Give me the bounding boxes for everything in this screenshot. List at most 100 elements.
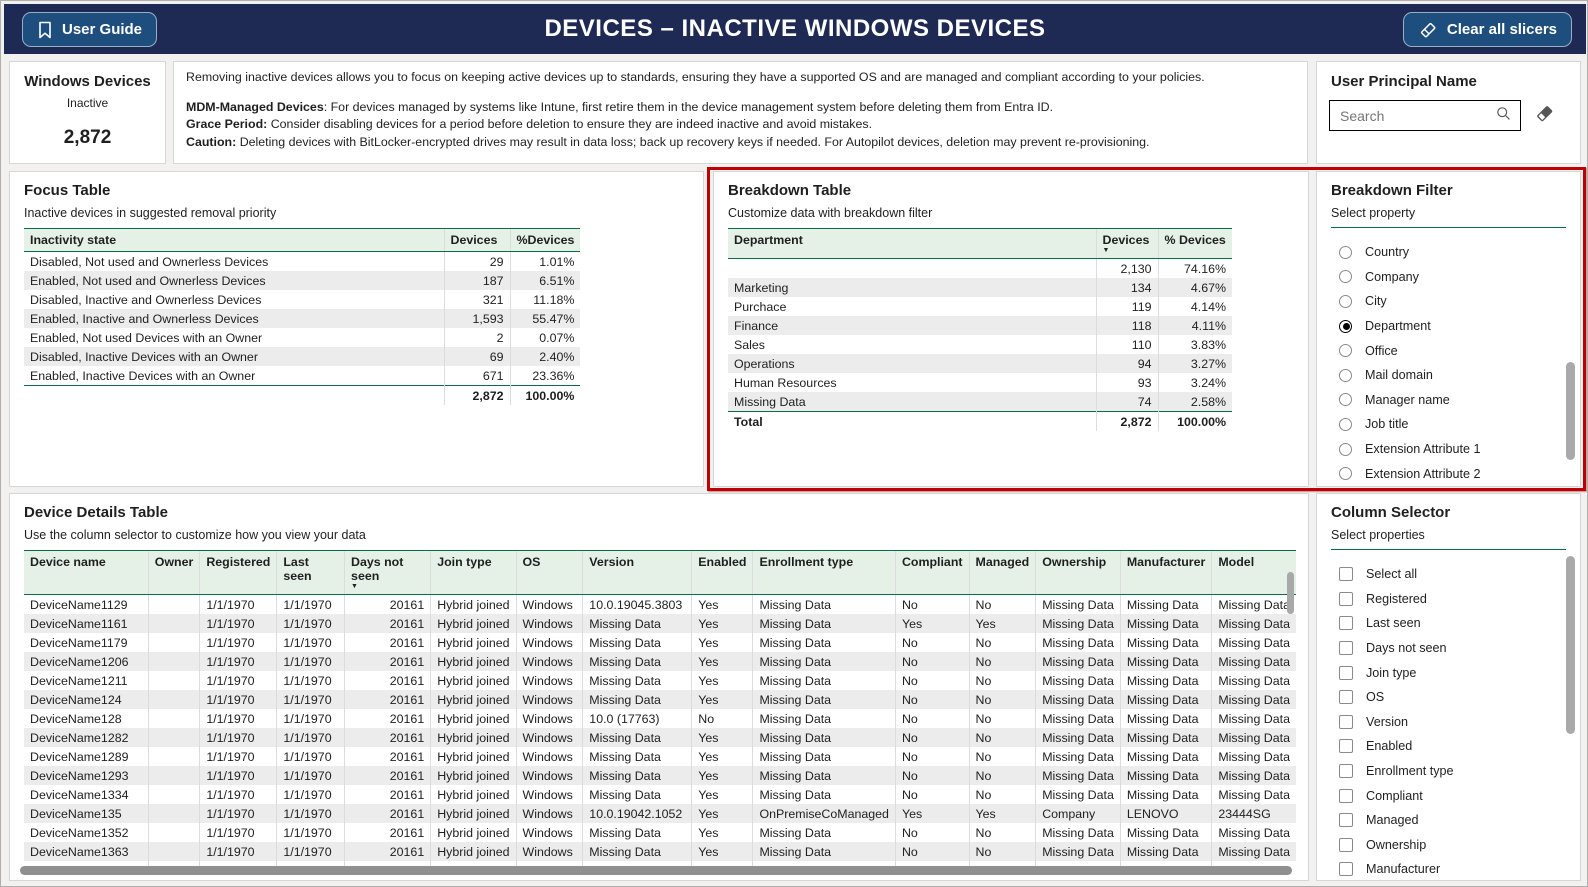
table-row[interactable]: Total2,872100.00% — [728, 412, 1232, 432]
radio-option-manager-name[interactable]: Manager name — [1339, 388, 1568, 413]
checkbox-icon[interactable] — [1339, 838, 1353, 852]
table-row[interactable]: Sales1103.83% — [728, 335, 1232, 354]
user-guide-button[interactable]: User Guide — [22, 12, 157, 47]
table-row[interactable]: Missing Data742.58% — [728, 392, 1232, 412]
checkbox-icon[interactable] — [1339, 666, 1353, 680]
checkbox-icon[interactable] — [1339, 764, 1353, 778]
table-row[interactable]: Purchace1194.14% — [728, 297, 1232, 316]
column-header-owner[interactable]: Owner — [148, 551, 200, 595]
radio-icon[interactable] — [1339, 393, 1352, 406]
table-row[interactable]: Enabled, Inactive Devices with an Owner6… — [24, 366, 580, 386]
table-row[interactable]: DeviceName11291/1/19701/1/197020161Hybri… — [24, 595, 1296, 615]
column-header-os[interactable]: OS — [516, 551, 583, 595]
radio-option-department[interactable]: Department — [1339, 314, 1568, 339]
table-row[interactable]: Marketing1344.67% — [728, 278, 1232, 297]
checkbox-icon[interactable] — [1339, 862, 1353, 876]
table-row[interactable]: DeviceName12891/1/19701/1/197020161Hybri… — [24, 747, 1296, 766]
device-table-vertical-scrollbar[interactable] — [1287, 572, 1294, 614]
radio-icon[interactable] — [1339, 246, 1352, 259]
table-row[interactable]: Human Resources933.24% — [728, 373, 1232, 392]
checkbox-icon[interactable] — [1339, 567, 1353, 581]
column-selector-scrollbar[interactable] — [1566, 556, 1575, 734]
checkbox-option-compliant[interactable]: Compliant — [1339, 783, 1568, 808]
upn-search-box[interactable] — [1329, 100, 1521, 131]
table-row[interactable]: DeviceName13341/1/19701/1/197020161Hybri… — [24, 785, 1296, 804]
radio-icon[interactable] — [1339, 467, 1352, 480]
column-header-registered[interactable]: Registered — [200, 551, 277, 595]
device-table-horizontal-scrollbar[interactable] — [20, 866, 1292, 875]
column-header-model[interactable]: Model — [1212, 551, 1296, 595]
table-row[interactable]: DeviceName1241/1/19701/1/197020161Hybrid… — [24, 690, 1296, 709]
checkbox-icon[interactable] — [1339, 789, 1353, 803]
checkbox-option-select-all[interactable]: Select all — [1339, 562, 1568, 587]
table-row[interactable]: 2,872100.00% — [24, 386, 580, 406]
table-row[interactable]: DeviceName12821/1/19701/1/197020161Hybri… — [24, 728, 1296, 747]
radio-option-city[interactable]: City — [1339, 289, 1568, 314]
table-row[interactable]: 2,13074.16% — [728, 259, 1232, 279]
table-row[interactable]: DeviceName11611/1/19701/1/197020161Hybri… — [24, 614, 1296, 633]
table-row[interactable]: Enabled, Inactive and Ownerless Devices1… — [24, 309, 580, 328]
radio-option-extension-attribute-2[interactable]: Extension Attribute 2 — [1339, 461, 1568, 486]
upn-search-input[interactable] — [1338, 107, 1495, 125]
checkbox-option-enrollment-type[interactable]: Enrollment type — [1339, 759, 1568, 784]
table-row[interactable]: DeviceName1281/1/19701/1/197020161Hybrid… — [24, 709, 1296, 728]
checkbox-icon[interactable] — [1339, 715, 1353, 729]
column-header-ownership[interactable]: Ownership — [1036, 551, 1121, 595]
checkbox-option-registered[interactable]: Registered — [1339, 587, 1568, 612]
column-header-days-not-seen-sorted[interactable]: Days not seen▼ — [345, 551, 431, 595]
radio-option-job-title[interactable]: Job title — [1339, 412, 1568, 437]
table-row[interactable]: Finance1184.11% — [728, 316, 1232, 335]
radio-selected-icon[interactable] — [1339, 320, 1352, 333]
column-header-pct-devices[interactable]: % Devices — [1158, 229, 1232, 259]
radio-option-company[interactable]: Company — [1339, 265, 1568, 290]
checkbox-option-managed[interactable]: Managed — [1339, 808, 1568, 833]
column-header-manufacturer[interactable]: Manufacturer — [1120, 551, 1212, 595]
checkbox-icon[interactable] — [1339, 739, 1353, 753]
table-row[interactable]: Operations943.27% — [728, 354, 1232, 373]
column-header-pct-devices[interactable]: %Devices — [510, 229, 580, 252]
checkbox-icon[interactable] — [1339, 592, 1353, 606]
clear-all-slicers-button[interactable]: Clear all slicers — [1403, 12, 1572, 47]
table-row[interactable]: DeviceName11791/1/19701/1/197020161Hybri… — [24, 633, 1296, 652]
checkbox-icon[interactable] — [1339, 690, 1353, 704]
checkbox-option-ownership[interactable]: Ownership — [1339, 833, 1568, 858]
checkbox-option-join-type[interactable]: Join type — [1339, 660, 1568, 685]
checkbox-option-version[interactable]: Version — [1339, 710, 1568, 735]
column-header-devices-sorted[interactable]: Devices▼ — [1096, 229, 1158, 259]
table-row[interactable]: DeviceName12111/1/19701/1/197020161Hybri… — [24, 671, 1296, 690]
table-row[interactable]: DeviceName1351/1/19701/1/197020161Hybrid… — [24, 804, 1296, 823]
checkbox-option-enabled[interactable]: Enabled — [1339, 734, 1568, 759]
radio-icon[interactable] — [1339, 270, 1352, 283]
table-row[interactable]: DeviceName12931/1/19701/1/197020161Hybri… — [24, 766, 1296, 785]
table-row[interactable]: Enabled, Not used Devices with an Owner2… — [24, 328, 580, 347]
radio-icon[interactable] — [1339, 443, 1352, 456]
column-header-enrollment-type[interactable]: Enrollment type — [753, 551, 895, 595]
breakdown-filter-scrollbar[interactable] — [1566, 362, 1575, 460]
checkbox-option-days-not-seen[interactable]: Days not seen — [1339, 636, 1568, 661]
column-header-inactivity-state[interactable]: Inactivity state — [24, 229, 444, 252]
clear-upn-slicer-eraser-icon[interactable] — [1534, 103, 1555, 129]
checkbox-option-manufacturer[interactable]: Manufacturer — [1339, 857, 1568, 882]
table-row[interactable]: DeviceName12061/1/19701/1/197020161Hybri… — [24, 652, 1296, 671]
radio-icon[interactable] — [1339, 369, 1352, 382]
radio-option-mail-domain[interactable]: Mail domain — [1339, 363, 1568, 388]
checkbox-icon[interactable] — [1339, 641, 1353, 655]
checkbox-icon[interactable] — [1339, 616, 1353, 630]
table-row[interactable]: Disabled, Inactive Devices with an Owner… — [24, 347, 580, 366]
checkbox-option-os[interactable]: OS — [1339, 685, 1568, 710]
column-header-enabled[interactable]: Enabled — [692, 551, 753, 595]
radio-option-extension-attribute-1[interactable]: Extension Attribute 1 — [1339, 437, 1568, 462]
checkbox-icon[interactable] — [1339, 813, 1353, 827]
radio-option-country[interactable]: Country — [1339, 240, 1568, 265]
table-row[interactable]: DeviceName13631/1/19701/1/197020161Hybri… — [24, 842, 1296, 861]
radio-icon[interactable] — [1339, 344, 1352, 357]
column-header-compliant[interactable]: Compliant — [895, 551, 969, 595]
column-header-last-seen[interactable]: Last seen — [277, 551, 345, 595]
table-row[interactable]: Enabled, Not used and Ownerless Devices1… — [24, 271, 580, 290]
column-header-device-name[interactable]: Device name — [24, 551, 148, 595]
table-row[interactable]: Disabled, Inactive and Ownerless Devices… — [24, 290, 580, 309]
radio-icon[interactable] — [1339, 418, 1352, 431]
column-header-department[interactable]: Department — [728, 229, 1096, 259]
column-header-join-type[interactable]: Join type — [431, 551, 516, 595]
radio-option-office[interactable]: Office — [1339, 338, 1568, 363]
